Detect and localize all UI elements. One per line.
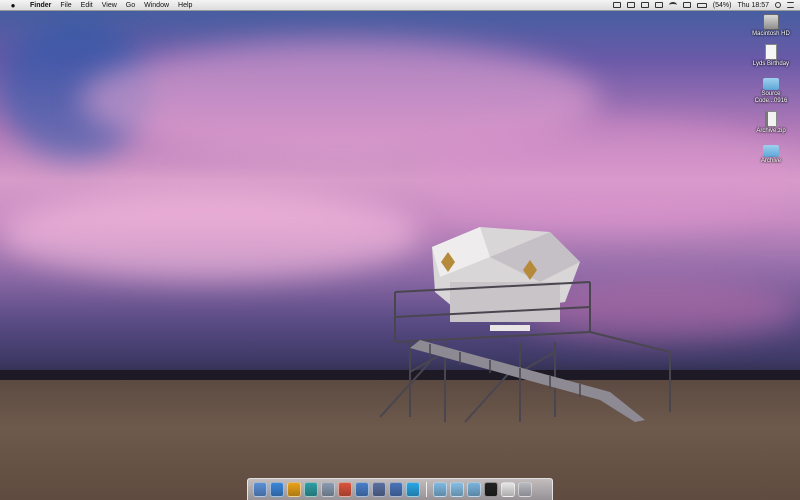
opera-icon[interactable]: [287, 482, 301, 497]
applications-folder-icon[interactable]: [433, 482, 447, 497]
menu-bar: ● Finder File Edit View Go Window Help (…: [0, 0, 800, 11]
menu-extras: (54%) Thu 18:57: [612, 1, 794, 9]
volume-icon[interactable]: [682, 2, 691, 8]
menu-clock[interactable]: Thu 18:57: [737, 2, 769, 9]
menu-help[interactable]: Help: [178, 2, 192, 9]
finder-icon[interactable]: [253, 482, 267, 497]
safari-icon[interactable]: [270, 482, 284, 497]
desktop-icon-label: Macintosh HD: [752, 31, 790, 37]
chrome-icon[interactable]: [338, 482, 352, 497]
wifi-icon[interactable]: [668, 2, 677, 8]
documents-folder-icon[interactable]: [450, 482, 464, 497]
time-machine-icon[interactable]: [654, 2, 663, 8]
desktop-icons: Macintosh HD Lyds Birthday Source Code..…: [746, 14, 796, 171]
spotlight-search-icon[interactable]: [775, 2, 781, 8]
bluetooth-icon[interactable]: [640, 2, 649, 8]
zip-file-icon[interactable]: [765, 111, 777, 127]
document-icon[interactable]: [765, 44, 777, 60]
lifeguard-tower-image: [379, 227, 671, 423]
terminal-icon[interactable]: [484, 482, 498, 497]
hard-drive-icon[interactable]: [763, 14, 779, 30]
upload-icon[interactable]: [626, 2, 635, 8]
xcode-icon[interactable]: [389, 482, 403, 497]
wallpaper-cloud: [0, 190, 420, 280]
skype-icon[interactable]: [406, 482, 420, 497]
menu-window[interactable]: Window: [144, 2, 169, 9]
wallpaper-cloud: [420, 120, 800, 230]
desktop-icon-label: Lyds Birthday: [752, 61, 790, 67]
dock-separator: [426, 482, 427, 497]
battery-icon[interactable]: [696, 2, 707, 8]
desktop-icon-label: Archive.zip: [756, 128, 786, 134]
battery-percentage: (54%): [712, 1, 732, 9]
desktop-icon-archive[interactable]: Archive: [746, 141, 796, 165]
desktop-icon-label: Source Code...0916: [754, 91, 788, 104]
menu-file[interactable]: File: [60, 2, 71, 9]
menu-edit[interactable]: Edit: [81, 2, 93, 9]
desktop-icon-source-code[interactable]: Source Code...0916: [746, 74, 796, 105]
notification-icon[interactable]: [612, 2, 621, 8]
trash-icon[interactable]: [518, 482, 532, 497]
itunes-icon[interactable]: [355, 482, 369, 497]
preview-icon[interactable]: [321, 482, 335, 497]
notification-center-icon[interactable]: [787, 2, 794, 8]
apple-menu-icon[interactable]: ●: [8, 1, 18, 10]
textmate-icon[interactable]: [372, 482, 386, 497]
dock: [247, 478, 553, 500]
cyberduck-icon[interactable]: [304, 482, 318, 497]
menu-view[interactable]: View: [102, 2, 117, 9]
desktop-icon-archive-zip[interactable]: Archive.zip: [746, 111, 796, 135]
downloads-folder-icon[interactable]: [467, 482, 481, 497]
desktop-wallpaper: [0, 0, 800, 500]
folder-icon[interactable]: [763, 145, 779, 157]
menu-go[interactable]: Go: [126, 2, 135, 9]
folder-icon[interactable]: [763, 78, 779, 90]
desktop-icon-lyds-birthday[interactable]: Lyds Birthday: [746, 44, 796, 68]
desktop-icon-macintosh-hd[interactable]: Macintosh HD: [746, 14, 796, 38]
window-icon[interactable]: [501, 482, 515, 497]
desktop-icon-label: Archive: [760, 158, 781, 164]
app-menu-finder[interactable]: Finder: [30, 2, 51, 9]
